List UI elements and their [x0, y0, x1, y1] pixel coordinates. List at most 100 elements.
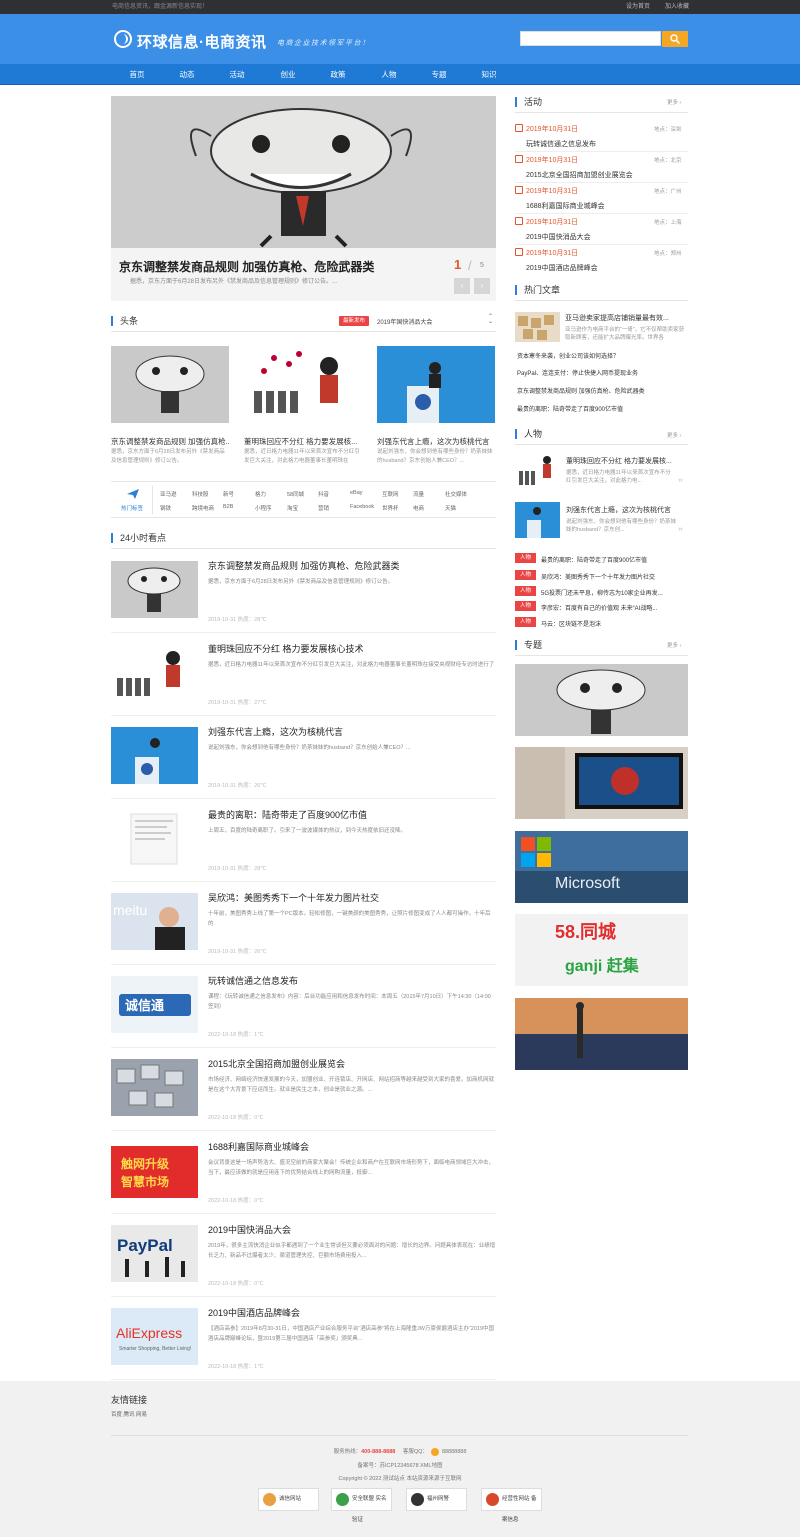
cert-badge[interactable]: 安全联盟 实名验证 [331, 1488, 392, 1523]
news-thumb[interactable] [111, 1059, 198, 1116]
tag-item[interactable]: 58同城 [287, 490, 304, 498]
icp-line[interactable]: 备案号：苏ICP12345678 XML地图 [0, 1461, 800, 1469]
people-more-link[interactable]: 更多 › [667, 431, 681, 439]
news-title[interactable]: 玩转诚信通之信息发布 [208, 974, 298, 987]
people-link[interactable]: 李彦宏：百度有自己的价值观 未来“AI战略... [541, 603, 657, 612]
hot-article-link[interactable]: 资本寒冬来袭，创业公司该如何选择？ [517, 351, 619, 360]
tag-item[interactable]: 跨境电商 [192, 504, 214, 512]
news-title[interactable]: 2019中国酒店品牌峰会 [208, 1306, 300, 1319]
nav-people[interactable]: 人物 [369, 64, 409, 85]
hot-article-thumb[interactable] [515, 312, 560, 342]
people-link[interactable]: 5G投票门还未平息，柳传志为10家企业再发... [541, 588, 663, 597]
news-thumb[interactable]: PayPal [111, 1225, 198, 1282]
news-title[interactable]: 2019中国快消品大会 [208, 1223, 291, 1236]
nav-startup[interactable]: 创业 [268, 64, 308, 85]
topic-image-2[interactable] [515, 747, 688, 819]
nav-knowledge[interactable]: 知识 [469, 64, 509, 85]
people-thumb[interactable] [515, 502, 560, 538]
news-title[interactable]: 京东调整禁发商品规则 加强仿真枪、危险武器类 [208, 559, 400, 572]
news-thumb[interactable]: AliExpress Smarter Shopping, Better Livin… [111, 1308, 198, 1365]
nav-events[interactable]: 活动 [217, 64, 257, 85]
hot-article-link[interactable]: 最贵的离职：陆奇带走了百度900亿市值 [517, 404, 623, 413]
people-thumb[interactable] [515, 453, 560, 489]
tag-item[interactable]: 亚马逊 [160, 490, 177, 498]
hot-article-title[interactable]: 亚马逊卖家提高店铺销量最有效... [565, 313, 669, 323]
news-thumb[interactable]: 诚信通 [111, 976, 198, 1033]
event-name[interactable]: 玩转诚信通之信息发布 [526, 139, 596, 149]
news-thumb[interactable]: 触网升级 智慧市场 [111, 1146, 198, 1198]
event-name[interactable]: 2019中国快消品大会 [526, 232, 591, 242]
news-title[interactable]: 1688利嘉国际商业城峰会 [208, 1140, 309, 1153]
search-input[interactable] [520, 31, 661, 46]
tag-item[interactable]: 电商 [413, 504, 424, 512]
cert-badge[interactable]: 福州网警 [406, 1488, 467, 1511]
headline-card-image-1[interactable] [111, 346, 229, 423]
nav-news[interactable]: 动态 [167, 64, 207, 85]
hot-article-link[interactable]: PayPal、连连支付：停止快捷入网币提现业务 [517, 368, 638, 377]
headline-card-title-2[interactable]: 董明珠回应不分红 格力要发展核... [244, 436, 362, 447]
tag-item[interactable]: 营销 [318, 504, 329, 512]
news-thumb[interactable]: meitu [111, 893, 198, 950]
nav-home[interactable]: 首页 [117, 64, 157, 85]
topic-image-3[interactable]: Microsoft [515, 831, 688, 903]
news-thumb[interactable] [111, 727, 198, 784]
add-favorite-link[interactable]: 加入收藏 [665, 0, 689, 14]
tag-item[interactable]: 流量 [413, 490, 424, 498]
people-link[interactable]: 最贵的离职：陆奇带走了百度900亿市值 [541, 555, 647, 564]
tag-item[interactable]: 新号 [223, 490, 234, 498]
ticker-arrows-icon[interactable]: ⌃ ⌄ [488, 314, 493, 325]
slider-next-button[interactable]: › [474, 278, 490, 294]
topic-image-4[interactable]: 58.同城 ganji 赶集 [515, 914, 688, 986]
ticker-link[interactable]: 2019年国快消品大会 [377, 317, 432, 326]
tag-item[interactable]: 格力 [255, 490, 266, 498]
set-homepage-link[interactable]: 设为首页 [626, 0, 650, 14]
slider-image[interactable] [111, 96, 496, 248]
headline-card-image-3[interactable] [377, 346, 495, 423]
nav-topics[interactable]: 专题 [419, 64, 459, 85]
headline-card-title-1[interactable]: 京东调整禁发商品规则 加强仿真枪... [111, 436, 229, 447]
hot-article-link[interactable]: 京东调整禁发商品规则 加强仿真枪、危险武器类 [517, 386, 645, 395]
tag-item[interactable]: 科技股 [192, 490, 209, 498]
tag-item[interactable]: 社交媒体 [445, 490, 467, 498]
headline-card-title-3[interactable]: 刘强东代言上瘾，这次为核桃代言 [377, 436, 495, 447]
people-link[interactable]: 吴欣鸿：美图秀秀下一个十年发力图片社交 [541, 572, 655, 581]
news-thumb[interactable] [111, 644, 198, 701]
news-title[interactable]: 2015北京全国招商加盟创业展览会 [208, 1057, 345, 1070]
slider-title[interactable]: 京东调整禁发商品规则 加强仿真枪、危险武器类 [119, 258, 374, 275]
tag-item[interactable]: eBay [350, 490, 363, 496]
friend-links[interactable]: 百度 腾讯 网易 [111, 1410, 147, 1418]
news-thumb[interactable] [111, 810, 198, 867]
tag-item[interactable]: 互联网 [382, 490, 399, 498]
nav-policy[interactable]: 政策 [318, 64, 358, 85]
event-name[interactable]: 2015北京全国招商加盟创业展览会 [526, 170, 633, 180]
tag-item[interactable]: 淘宝 [287, 504, 298, 512]
event-name[interactable]: 2019中国酒店品牌峰会 [526, 263, 598, 273]
slider-prev-button[interactable]: ‹ [454, 278, 470, 294]
cert-badge[interactable]: 诚信网站 [258, 1488, 319, 1511]
topic-image-5[interactable] [515, 998, 688, 1070]
site-logo[interactable]: 环球信息·电商资讯 [137, 31, 267, 52]
events-more-link[interactable]: 更多 › [667, 98, 681, 106]
news-title[interactable]: 最贵的离职：陆奇带走了百度900亿市值 [208, 808, 367, 821]
topic-image-1[interactable] [515, 664, 688, 736]
news-title[interactable]: 董明珠回应不分红 格力要发展核心技术 [208, 642, 364, 655]
tag-item[interactable]: 小程序 [255, 504, 272, 512]
tag-item[interactable]: 世界杯 [382, 504, 399, 512]
event-name[interactable]: 1688利嘉国际商业城峰会 [526, 201, 605, 211]
logo-icon[interactable] [114, 30, 132, 48]
news-title[interactable]: 刘强东代言上瘾，这次为核桃代言 [208, 725, 343, 738]
news-title[interactable]: 吴欣鸿：美图秀秀下一个十年发力图片社交 [208, 891, 379, 904]
people-card-title[interactable]: 董明珠回应不分红 格力要发展核... [566, 456, 672, 466]
tag-item[interactable]: 抖音 [318, 490, 329, 498]
people-card-title[interactable]: 刘强东代言上瘾，这次为核桃代言 [566, 505, 671, 515]
news-thumb[interactable] [111, 561, 198, 618]
search-button[interactable] [662, 31, 688, 47]
tag-item[interactable]: Facebook [350, 504, 374, 510]
cert-badge[interactable]: 经营性网站 备案信息 [481, 1488, 542, 1523]
tag-item[interactable]: B2B [223, 504, 233, 510]
tag-item[interactable]: 钢铁 [160, 504, 171, 512]
topics-more-link[interactable]: 更多 › [667, 641, 681, 649]
people-link[interactable]: 马云：区块链不是泡沫 [541, 619, 601, 628]
qq-number[interactable]: 88888888 [442, 1449, 466, 1455]
headline-card-image-2[interactable] [244, 346, 362, 423]
